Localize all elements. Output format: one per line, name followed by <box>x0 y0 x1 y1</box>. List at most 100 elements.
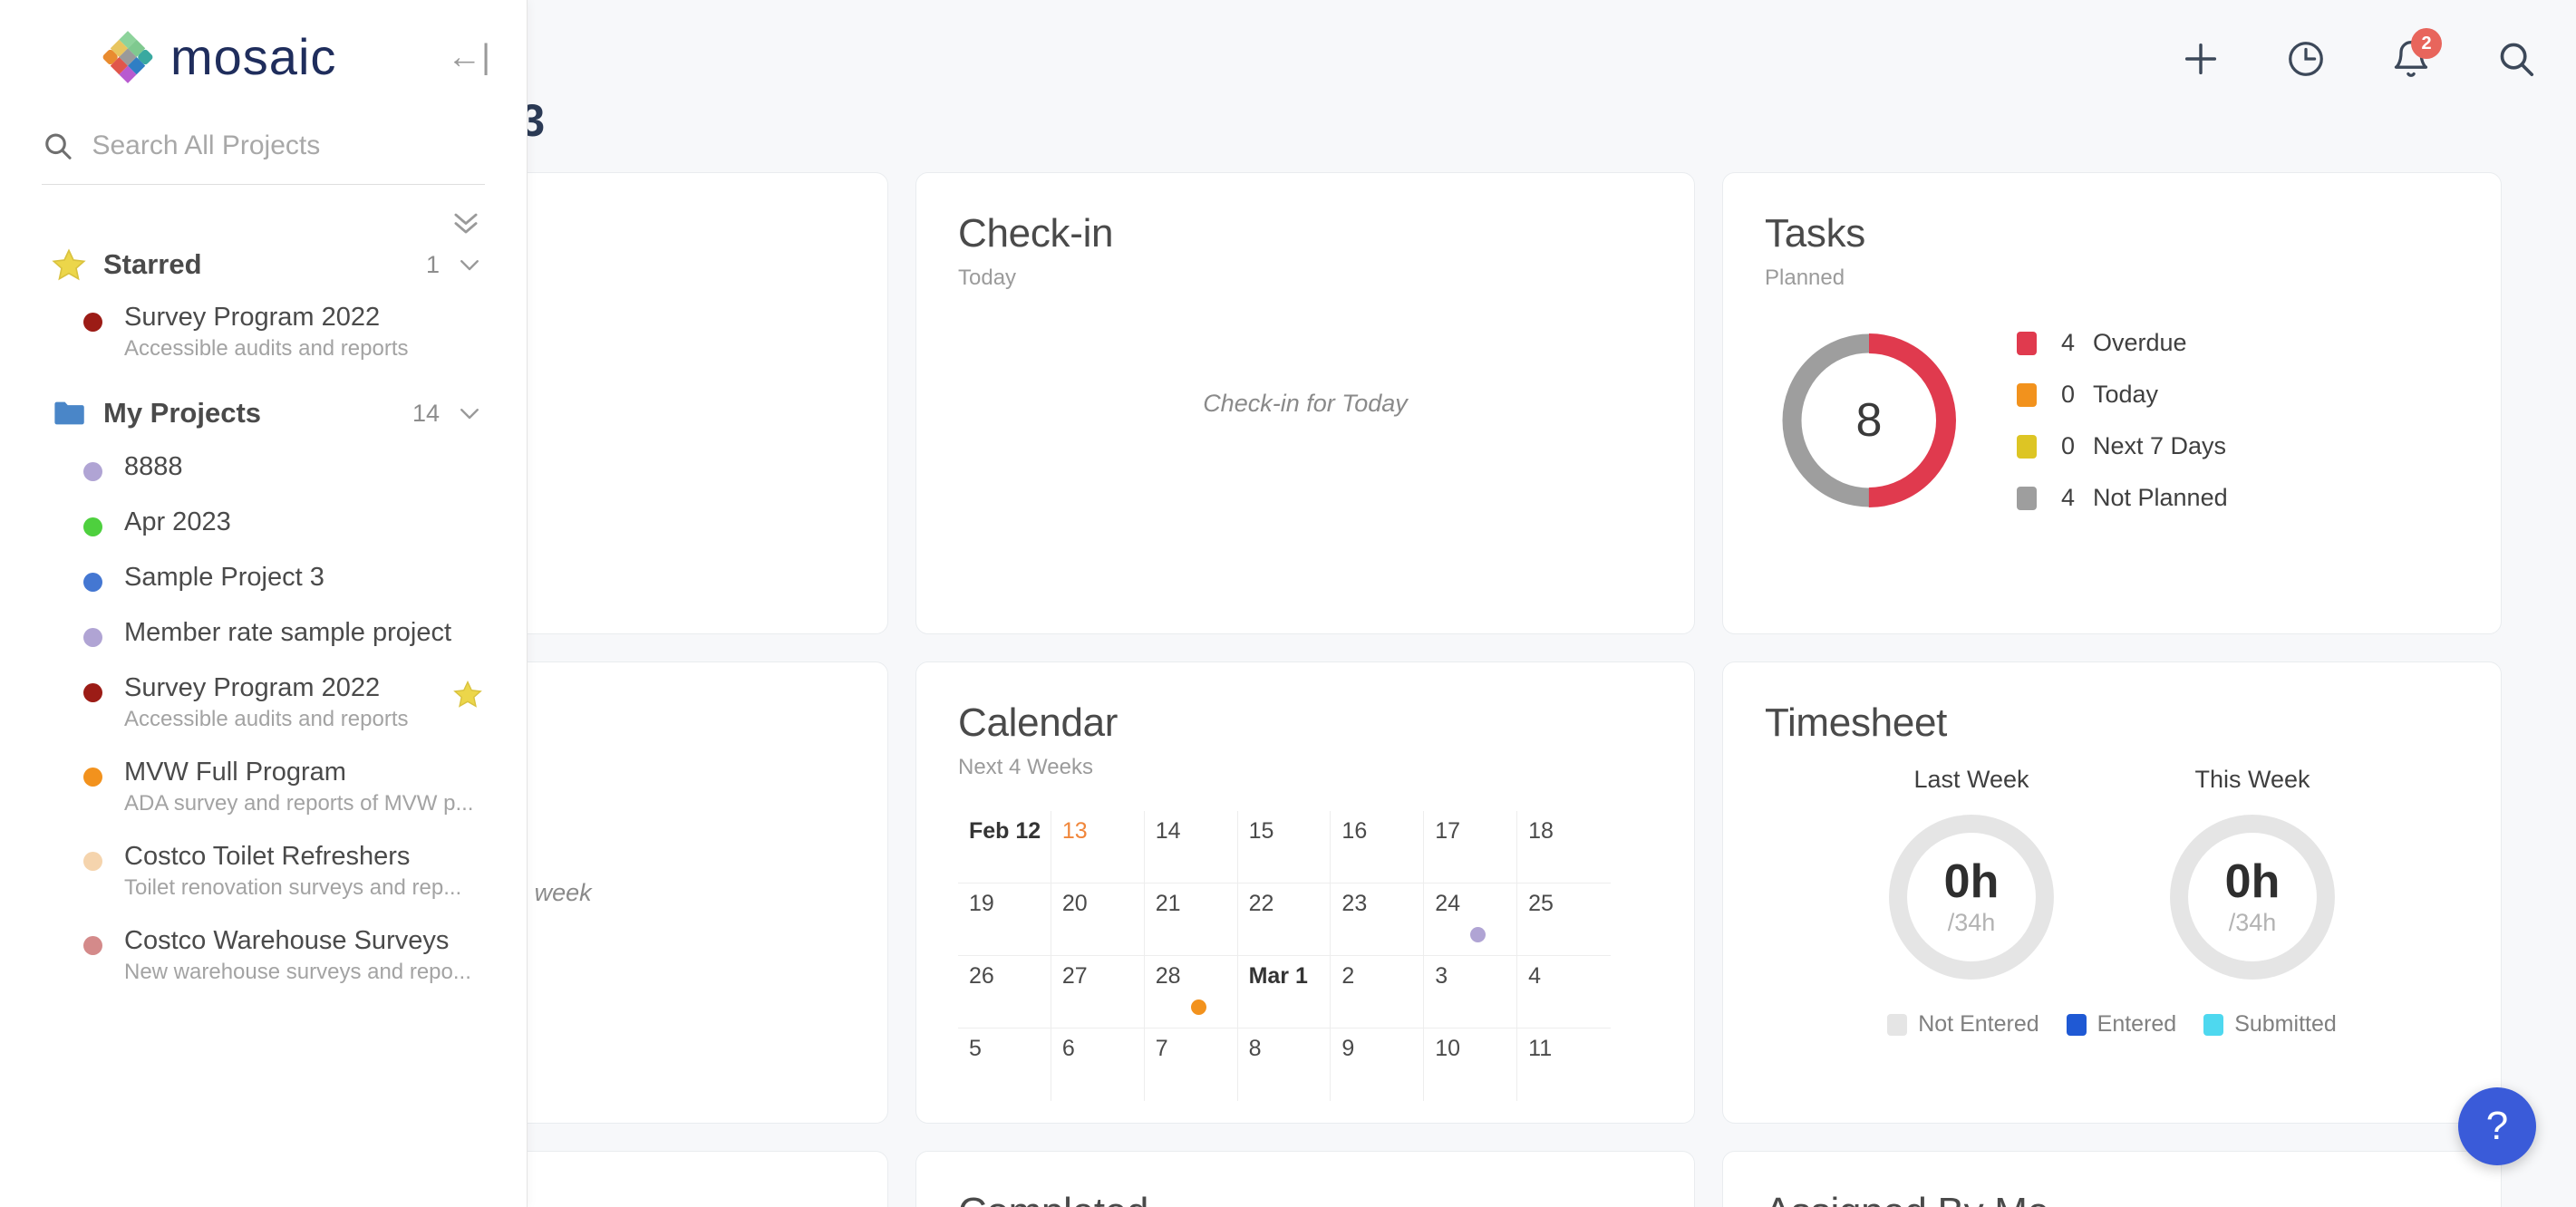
legend-item-today[interactable]: 0 Today <box>2017 381 2228 409</box>
check-in-empty-state[interactable]: Check-in for Today <box>916 173 1694 633</box>
search-icon[interactable] <box>2489 32 2543 86</box>
project-color-dot <box>83 768 102 787</box>
project-name: Costco Toilet Refreshers <box>124 842 411 871</box>
this-week-ring: 0h /34h <box>2162 806 2343 988</box>
calendar-day-cell[interactable]: 2 <box>1331 956 1425 1028</box>
project-color-dot <box>83 683 102 702</box>
calendar-day-cell[interactable]: 20 <box>1051 884 1145 956</box>
calendar-day-cell[interactable]: Mar 1 <box>1237 956 1332 1028</box>
timesheet-last-week[interactable]: Last Week 0h /34h <box>1881 766 2062 988</box>
calendar-day-cell[interactable]: 18 <box>1517 811 1611 884</box>
sidebar-project-item[interactable]: Costco Warehouse Surveys New warehouse su… <box>0 913 527 998</box>
legend-item-next-7-days[interactable]: 0 Next 7 Days <box>2017 432 2228 460</box>
this-week-label: This Week <box>2194 766 2310 793</box>
submitted-label: Submitted <box>2234 1011 2337 1037</box>
sidebar: mosaic ←| Starred 1 <box>0 0 528 1207</box>
help-icon[interactable]: ? <box>2458 1087 2536 1165</box>
sidebar-group-label-my-projects: My Projects <box>103 397 262 429</box>
notification-badge: 2 <box>2411 28 2442 59</box>
sidebar-project-item[interactable]: Costco Toilet Refreshers Toilet renovatio… <box>0 829 527 913</box>
project-name: Sample Project 3 <box>124 563 324 592</box>
sidebar-project-item[interactable]: Survey Program 2022 Accessible audits and… <box>0 661 527 745</box>
calendar-day-cell[interactable]: 5 <box>958 1028 1051 1101</box>
notifications-bell-icon[interactable]: 2 <box>2384 28 2442 86</box>
calendar-grid[interactable]: Feb 12 13 14 15 16 17 18 19 20 21 22 23 24 25 26 27 28 Ma… <box>958 811 1611 1101</box>
tasks-donut-chart: 8 <box>1774 325 1964 516</box>
last-week-label: Last Week <box>1913 766 2029 793</box>
calendar-day-cell[interactable]: 10 <box>1424 1028 1518 1101</box>
calendar-day-cell[interactable]: 6 <box>1051 1028 1145 1101</box>
card-completed[interactable]: Completed <box>915 1151 1695 1207</box>
tasks-subtitle: Planned <box>1765 266 1845 290</box>
clock-icon[interactable] <box>2279 32 2333 86</box>
sidebar-header: mosaic ←| <box>0 0 527 86</box>
calendar-day-cell[interactable]: 23 <box>1331 884 1425 956</box>
project-name: 8888 <box>124 452 183 481</box>
calendar-day-cell[interactable]: 25 <box>1517 884 1611 956</box>
sidebar-project-item[interactable]: Member rate sample project <box>0 605 527 661</box>
calendar-day-cell[interactable]: 24 <box>1424 884 1518 956</box>
sidebar-project-item[interactable]: 8888 <box>0 439 527 495</box>
overdue-swatch <box>2017 331 2037 355</box>
sidebar-group-starred[interactable]: Starred 1 <box>0 239 527 290</box>
sidebar-project-item[interactable]: MVW Full Program ADA survey and reports o… <box>0 745 527 829</box>
legend-item-overdue[interactable]: 4 Overdue <box>2017 329 2228 357</box>
calendar-day-cell[interactable]: 11 <box>1517 1028 1611 1101</box>
sidebar-project-item[interactable]: Survey Program 2022 Accessible audits and… <box>0 290 527 374</box>
calendar-day-cell[interactable]: 15 <box>1237 811 1332 884</box>
tasks-title: Tasks <box>1765 211 1865 256</box>
calendar-day-cell[interactable]: Feb 12 <box>958 811 1051 884</box>
card-calendar[interactable]: Calendar Next 4 Weeks Feb 12 13 14 15 16 17 18… <box>915 661 1695 1124</box>
chevron-down-icon[interactable] <box>456 251 483 278</box>
calendar-day-cell[interactable]: 13 <box>1051 811 1145 884</box>
expand-all-button[interactable] <box>0 185 527 239</box>
calendar-day-cell[interactable]: 19 <box>958 884 1051 956</box>
project-color-dot <box>83 313 102 332</box>
calendar-day-cell[interactable]: 9 <box>1331 1028 1425 1101</box>
card-assigned-by-me[interactable]: Assigned By Me <box>1722 1151 2502 1207</box>
collapse-sidebar-icon[interactable]: ←| <box>447 40 490 74</box>
sidebar-project-item[interactable]: Sample Project 3 <box>0 550 527 605</box>
timesheet-this-week[interactable]: This Week 0h /34h <box>2162 766 2343 988</box>
sidebar-group-my-projects[interactable]: My Projects 14 <box>0 387 527 439</box>
chevron-double-down-icon <box>454 213 478 234</box>
project-text: Member rate sample project <box>124 618 483 648</box>
project-name: Member rate sample project <box>124 618 452 647</box>
calendar-day-cell[interactable]: 3 <box>1424 956 1518 1028</box>
chevron-down-icon[interactable] <box>456 400 483 427</box>
app-root: 2 13, 2023 1 Apr 2023 Check-in Today Che… <box>0 0 2576 1207</box>
project-star-toggle[interactable] <box>452 679 483 714</box>
star-icon[interactable] <box>452 679 483 710</box>
search-input[interactable] <box>92 130 485 161</box>
calendar-day-cell[interactable]: 17 <box>1424 811 1518 884</box>
calendar-day-cell[interactable]: 22 <box>1237 884 1332 956</box>
calendar-day-cell[interactable]: 4 <box>1517 956 1611 1028</box>
calendar-title: Calendar <box>958 700 1119 745</box>
project-text: Survey Program 2022 Accessible audits and… <box>124 303 483 362</box>
project-text: Costco Toilet Refreshers Toilet renovatio… <box>124 842 483 901</box>
calendar-day-cell[interactable]: 27 <box>1051 956 1145 1028</box>
project-color-dot <box>83 936 102 955</box>
overdue-count: 4 <box>2060 329 2075 356</box>
calendar-day-cell[interactable]: 8 <box>1238 1028 1332 1101</box>
submitted-swatch <box>2203 1013 2224 1036</box>
card-timesheet[interactable]: Timesheet Last Week 0h /34h This Week 0h… <box>1722 661 2502 1124</box>
starred-project-list: Survey Program 2022 Accessible audits and… <box>0 290 527 374</box>
calendar-day-cell[interactable]: 14 <box>1144 811 1238 884</box>
calendar-day-cell[interactable]: 16 <box>1331 811 1425 884</box>
legend-item-not-planned[interactable]: 4 Not Planned <box>2017 484 2228 512</box>
card-check-in[interactable]: Check-in Today Check-in for Today <box>915 172 1695 634</box>
card-tasks[interactable]: Tasks Planned 8 4 Overdue 0 Today 0 Next… <box>1722 172 2502 634</box>
calendar-day-cell[interactable]: 21 <box>1144 884 1238 956</box>
project-text: 8888 <box>124 452 483 482</box>
calendar-day-cell[interactable]: 26 <box>958 956 1051 1028</box>
project-text: Apr 2023 <box>124 507 483 537</box>
entered-label: Entered <box>2097 1011 2177 1037</box>
app-logo[interactable]: mosaic <box>100 27 434 86</box>
search-box[interactable] <box>42 128 485 185</box>
add-icon[interactable] <box>2174 32 2228 86</box>
calendar-day-cell[interactable]: 7 <box>1145 1028 1238 1101</box>
sidebar-project-item[interactable]: Apr 2023 <box>0 495 527 550</box>
calendar-event-dot <box>1470 927 1487 942</box>
calendar-day-cell[interactable]: 28 <box>1144 956 1238 1028</box>
